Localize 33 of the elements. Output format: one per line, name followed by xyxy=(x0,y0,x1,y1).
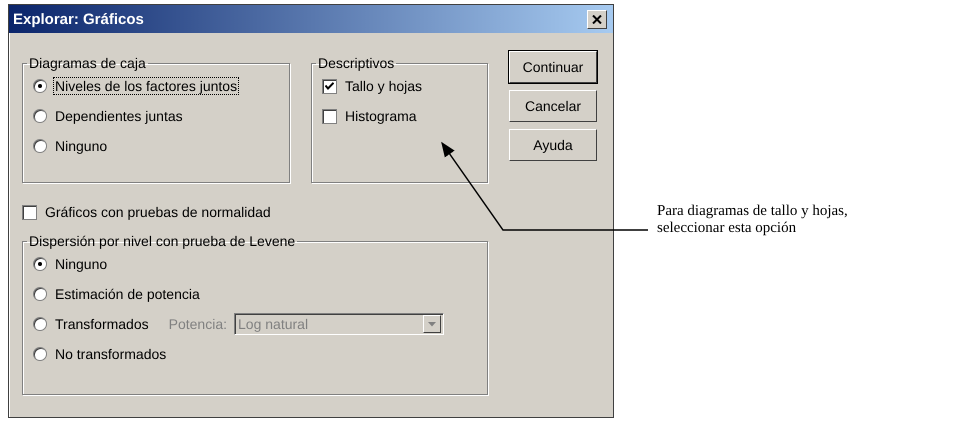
dialog-button[interactable]: Ayuda xyxy=(509,129,597,161)
option-label[interactable]: Histograma xyxy=(344,108,418,124)
option-label[interactable]: No transformados xyxy=(54,346,168,362)
option-label[interactable]: Estimación de potencia xyxy=(54,286,201,302)
radio-button[interactable] xyxy=(33,347,47,361)
option-label[interactable]: Ninguno xyxy=(54,138,108,154)
radio-button[interactable] xyxy=(33,257,47,271)
power-label: Potencia: xyxy=(168,316,227,332)
checkbox[interactable] xyxy=(22,204,37,220)
caret-icon xyxy=(428,322,436,326)
check-icon xyxy=(325,82,334,90)
dialog-button[interactable]: Cancelar xyxy=(509,90,597,122)
group-title: Diagramas de caja xyxy=(28,55,147,71)
dialog-button[interactable]: Continuar xyxy=(509,51,597,83)
option-label[interactable]: Transformados xyxy=(54,316,150,332)
checkbox[interactable] xyxy=(322,78,337,94)
option-label[interactable]: Dependientes juntas xyxy=(54,108,184,124)
radio-button[interactable] xyxy=(33,287,47,301)
close-button[interactable] xyxy=(587,10,607,28)
group-title: Descriptivos xyxy=(317,55,396,71)
annotation-text: Para diagramas de tallo y hojas, seleccionar esta opción xyxy=(657,203,848,237)
radio-button[interactable] xyxy=(33,317,47,331)
window-title: Explorar: Gráficos xyxy=(13,10,144,28)
close-icon xyxy=(592,14,602,24)
radio-button[interactable] xyxy=(33,109,47,123)
option-label[interactable]: Tallo y hojas xyxy=(344,78,424,94)
group-title: Dispersión por nivel con prueba de Levene xyxy=(28,233,296,249)
option-label[interactable]: Niveles de los factores juntos xyxy=(54,78,238,94)
radio-button[interactable] xyxy=(33,139,47,153)
radio-button[interactable] xyxy=(33,79,47,93)
option-label[interactable]: Ninguno xyxy=(54,256,108,272)
option-label[interactable]: Gráficos con pruebas de normalidad xyxy=(44,204,272,220)
checkbox[interactable] xyxy=(322,108,337,124)
